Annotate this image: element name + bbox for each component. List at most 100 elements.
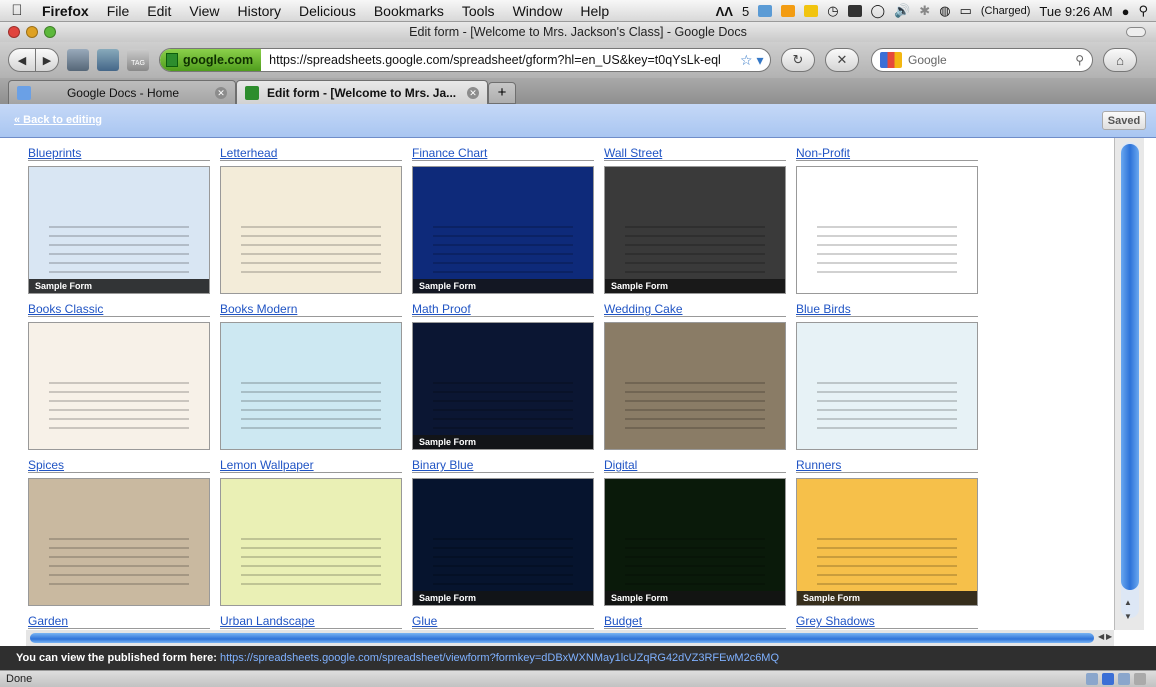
theme-name-link[interactable]: Urban Landscape: [220, 614, 402, 629]
app-menu-firefox[interactable]: Firefox: [34, 3, 98, 19]
new-tab-button[interactable]: +: [488, 82, 516, 104]
apple-menu-icon[interactable]: : [0, 2, 34, 19]
dropbox-icon[interactable]: [781, 5, 796, 17]
theme-thumbnail[interactable]: [220, 166, 402, 294]
scroll-down-arrow-icon[interactable]: ▼: [1124, 612, 1132, 621]
volume-icon[interactable]: 🔊: [894, 3, 910, 19]
theme-thumbnail[interactable]: Sample Form: [412, 322, 594, 450]
theme-name-link[interactable]: Lemon Wallpaper: [220, 458, 402, 473]
theme-card-runners[interactable]: Runners Sample Form: [796, 458, 978, 606]
saved-button[interactable]: Saved: [1102, 111, 1146, 130]
menu-window[interactable]: Window: [504, 3, 572, 19]
theme-card-letterhead[interactable]: Letterhead: [220, 146, 402, 294]
theme-name-link[interactable]: Wall Street: [604, 146, 786, 161]
theme-name-link[interactable]: Blue Birds: [796, 302, 978, 317]
theme-card-budget[interactable]: Budget: [604, 614, 786, 629]
growl-icon[interactable]: [758, 5, 773, 17]
theme-name-link[interactable]: Non-Profit: [796, 146, 978, 161]
search-engine-icon[interactable]: [880, 52, 902, 68]
theme-card-urban-landscape[interactable]: Urban Landscape: [220, 614, 402, 629]
theme-card-non-profit[interactable]: Non-Profit: [796, 146, 978, 294]
zoom-window-button[interactable]: [44, 26, 56, 38]
theme-card-spices[interactable]: Spices: [28, 458, 210, 606]
home-button[interactable]: ⌂: [1103, 48, 1137, 72]
user-icon[interactable]: ●: [1122, 4, 1130, 19]
theme-thumbnail[interactable]: Sample Form: [28, 166, 210, 294]
spotlight-icon[interactable]: ⚲: [1138, 3, 1148, 19]
theme-thumbnail[interactable]: [604, 322, 786, 450]
theme-name-link[interactable]: Budget: [604, 614, 786, 629]
back-button[interactable]: ◀: [8, 48, 36, 72]
theme-name-link[interactable]: Garden: [28, 614, 210, 629]
theme-thumbnail[interactable]: Sample Form: [604, 166, 786, 294]
theme-thumbnail[interactable]: [220, 322, 402, 450]
menu-tools[interactable]: Tools: [453, 3, 504, 19]
toolbar-page-icon[interactable]: [97, 49, 119, 71]
sync-icon[interactable]: ◯: [871, 3, 886, 19]
theme-name-link[interactable]: Books Modern: [220, 302, 402, 317]
adobe-icon[interactable]: ΛΛ: [716, 4, 733, 19]
published-form-link[interactable]: https://spreadsheets.google.com/spreadsh…: [220, 652, 779, 664]
settings-icon[interactable]: [1134, 673, 1146, 685]
bookmark-star-icon[interactable]: ☆ ▾: [740, 52, 770, 69]
battery-icon[interactable]: ▭: [960, 3, 972, 19]
theme-card-garden[interactable]: Garden: [28, 614, 210, 629]
delicious-tag-button[interactable]: TAG: [127, 49, 149, 71]
scroll-thumb[interactable]: [1121, 144, 1139, 590]
magnifier-icon[interactable]: ⚲: [1075, 53, 1084, 67]
theme-name-link[interactable]: Wedding Cake: [604, 302, 786, 317]
close-tab-icon[interactable]: ✕: [215, 86, 227, 99]
menu-file[interactable]: File: [98, 3, 139, 19]
theme-card-blueprints[interactable]: Blueprints Sample Form: [28, 146, 210, 294]
tab-edit-form[interactable]: Edit form - [Welcome to Mrs. Ja... ✕: [236, 80, 488, 104]
menu-edit[interactable]: Edit: [138, 3, 180, 19]
menu-delicious[interactable]: Delicious: [290, 3, 365, 19]
display-icon[interactable]: [847, 5, 862, 17]
theme-card-wedding-cake[interactable]: Wedding Cake: [604, 302, 786, 450]
theme-card-books-modern[interactable]: Books Modern: [220, 302, 402, 450]
theme-name-link[interactable]: Spices: [28, 458, 210, 473]
lock-icon[interactable]: [1086, 673, 1098, 685]
theme-card-wall-street[interactable]: Wall Street Sample Form: [604, 146, 786, 294]
theme-name-link[interactable]: Runners: [796, 458, 978, 473]
theme-name-link[interactable]: Books Classic: [28, 302, 210, 317]
theme-name-link[interactable]: Grey Shadows: [796, 614, 978, 629]
theme-name-link[interactable]: Letterhead: [220, 146, 402, 161]
theme-name-link[interactable]: Glue: [412, 614, 594, 629]
scroll-right-arrow-icon[interactable]: ▶: [1106, 632, 1112, 641]
close-tab-icon[interactable]: ✕: [467, 86, 479, 99]
theme-card-binary-blue[interactable]: Binary Blue Sample Form: [412, 458, 594, 606]
tab-google-docs-home[interactable]: Google Docs - Home ✕: [8, 80, 236, 104]
address-bar[interactable]: google.com https://spreadsheets.google.c…: [159, 48, 771, 72]
theme-card-math-proof[interactable]: Math Proof Sample Form: [412, 302, 594, 450]
theme-card-grey-shadows[interactable]: Grey Shadows: [796, 614, 978, 629]
search-field[interactable]: Google ⚲: [871, 48, 1093, 72]
notes-icon[interactable]: [804, 5, 819, 17]
bluetooth-icon[interactable]: ✱: [919, 3, 930, 19]
vertical-scrollbar[interactable]: ▲ ▼: [1114, 138, 1144, 630]
bookmark-toolbar-icon[interactable]: [67, 49, 89, 71]
menu-help[interactable]: Help: [571, 3, 618, 19]
theme-thumbnail[interactable]: [796, 322, 978, 450]
clock[interactable]: Tue 9:26 AM: [1039, 4, 1112, 19]
theme-name-link[interactable]: Digital: [604, 458, 786, 473]
theme-thumbnail[interactable]: [28, 322, 210, 450]
menu-view[interactable]: View: [180, 3, 228, 19]
horizontal-scroll-thumb[interactable]: [30, 633, 1094, 643]
scroll-up-arrow-icon[interactable]: ▲: [1124, 598, 1132, 607]
theme-thumbnail[interactable]: Sample Form: [412, 166, 594, 294]
theme-card-glue[interactable]: Glue: [412, 614, 594, 629]
site-identity-button[interactable]: google.com: [160, 49, 262, 71]
theme-thumbnail[interactable]: Sample Form: [412, 478, 594, 606]
theme-name-link[interactable]: Finance Chart: [412, 146, 594, 161]
horizontal-scrollbar[interactable]: ◀ ▶: [26, 630, 1114, 646]
close-window-button[interactable]: [8, 26, 20, 38]
wifi-icon[interactable]: ◍: [939, 3, 950, 19]
stop-button[interactable]: ✕: [825, 48, 859, 72]
theme-thumbnail[interactable]: [28, 478, 210, 606]
reload-button[interactable]: ↻: [781, 48, 815, 72]
menu-history[interactable]: History: [228, 3, 290, 19]
scroll-left-arrow-icon[interactable]: ◀: [1098, 632, 1104, 641]
theme-card-blue-birds[interactable]: Blue Birds: [796, 302, 978, 450]
back-to-editing-link[interactable]: « Back to editing: [14, 114, 102, 126]
